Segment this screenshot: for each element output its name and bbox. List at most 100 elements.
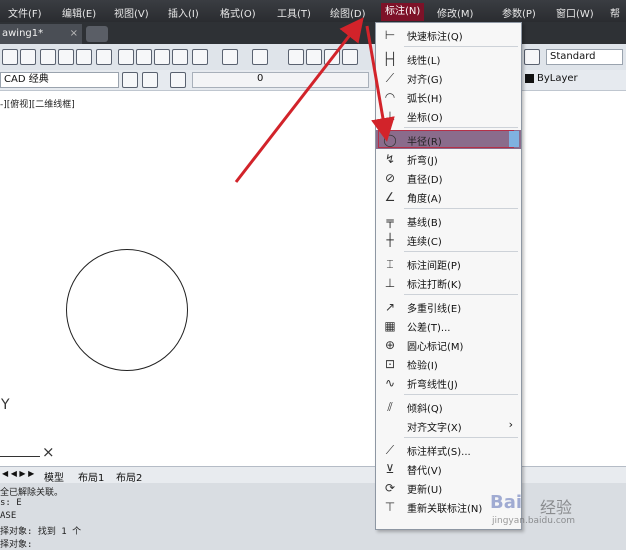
selection-cap xyxy=(509,131,519,147)
save-icon[interactable] xyxy=(20,49,36,65)
menu-item-align-text[interactable]: 对齐文字(X) › xyxy=(376,416,521,435)
menu-edit[interactable]: 编辑(E) xyxy=(62,5,96,20)
menu-view[interactable]: 视图(V) xyxy=(114,5,149,20)
undo-icon[interactable] xyxy=(222,49,238,65)
override-icon: ⊻ xyxy=(385,462,395,476)
menu-draw[interactable]: 绘图(D) xyxy=(330,5,366,20)
submenu-arrow-icon: › xyxy=(508,418,513,431)
menu-item-tolerance[interactable]: ▦ 公差(T)... xyxy=(376,316,521,335)
dim-break-icon: ⊥ xyxy=(384,276,396,290)
menu-item-jogged-linear[interactable]: ∿ 折弯线性(J) xyxy=(376,373,521,392)
tab-layout1[interactable]: 布局1 xyxy=(78,469,104,484)
document-tab[interactable]: awing1* × xyxy=(0,24,82,44)
block-editor-icon[interactable] xyxy=(192,49,208,65)
reassociate-icon: ⊤ xyxy=(384,500,396,514)
tab-nav-arrows-icon[interactable]: ◀ ◀ ▶ ▶ xyxy=(2,469,34,478)
tab-model[interactable]: 模型 xyxy=(44,469,64,484)
command-line: 择对象: 找到 1 个 xyxy=(0,527,82,537)
menu-help[interactable]: 帮 xyxy=(610,5,620,20)
layers-toolbar: CAD 经典 0 ByLayer xyxy=(0,70,626,91)
menu-item-aligned[interactable]: ⟋ 对齐(G) xyxy=(376,68,521,87)
new-tab-button[interactable] xyxy=(86,26,108,42)
menu-separator xyxy=(404,294,518,295)
zoom-window-icon[interactable] xyxy=(324,49,340,65)
menu-item-radius[interactable]: ◯ 半径(R) xyxy=(376,130,521,149)
menu-item-linear[interactable]: ├┤ 线性(L) xyxy=(376,49,521,68)
menu-item-jogged[interactable]: ↯ 折弯(J) xyxy=(376,149,521,168)
publish-icon[interactable] xyxy=(76,49,92,65)
watermark-url: jingyan.baidu.com xyxy=(492,516,576,526)
menu-item-baseline[interactable]: ╤ 基线(B) xyxy=(376,211,521,230)
ordinate-icon: ⊥ xyxy=(384,109,396,123)
angular-icon: ∠ xyxy=(384,190,396,204)
menu-item-dim-style[interactable]: ⟋ 标注样式(S)... xyxy=(376,440,521,459)
menu-file[interactable]: 文件(F) xyxy=(8,5,42,20)
viewport-label[interactable]: -][俯视][二维线框] xyxy=(0,97,75,110)
plot-preview-icon[interactable] xyxy=(58,49,74,65)
multileader-icon: ↗ xyxy=(384,300,396,314)
menu-bar: 文件(F) 编辑(E) 视图(V) 插入(I) 格式(O) 工具(T) 绘图(D… xyxy=(0,0,626,22)
menu-tools[interactable]: 工具(T) xyxy=(277,5,311,20)
menu-modify[interactable]: 修改(M) xyxy=(437,5,473,20)
close-tab-icon[interactable]: × xyxy=(70,24,78,44)
menu-window[interactable]: 窗口(W) xyxy=(556,5,594,20)
paste-icon[interactable] xyxy=(154,49,170,65)
menu-item-diameter[interactable]: ⊘ 直径(D) xyxy=(376,168,521,187)
menu-item-center-mark[interactable]: ⊕ 圆心标记(M) xyxy=(376,335,521,354)
menu-separator xyxy=(404,437,518,438)
linetype-label: ByLayer xyxy=(537,73,578,84)
menu-item-arc-length[interactable]: ◠ 弧长(H) xyxy=(376,87,521,106)
menu-parametric[interactable]: 参数(P) xyxy=(502,5,536,20)
menu-dimension[interactable]: 标注(N) xyxy=(381,3,425,21)
match-properties-icon[interactable] xyxy=(172,49,188,65)
3d-print-icon[interactable] xyxy=(96,49,112,65)
menu-format[interactable]: 格式(O) xyxy=(220,5,256,20)
dimension-menu: ⊢ 快速标注(Q) ├┤ 线性(L) ⟋ 对齐(G) ◠ 弧长(H) ⊥ 坐标(O) ◯ 半… xyxy=(375,22,522,530)
color-swatch xyxy=(525,73,534,83)
layer-state-icon[interactable] xyxy=(170,72,186,88)
command-line: ASE xyxy=(0,511,17,521)
redo-icon[interactable] xyxy=(252,49,268,65)
zoom-realtime-icon[interactable] xyxy=(306,49,322,65)
menu-item-ordinate[interactable]: ⊥ 坐标(O) xyxy=(376,106,521,125)
copy-icon[interactable] xyxy=(136,49,152,65)
document-tab-strip: awing1* × xyxy=(0,22,626,44)
standard-toolbar: Standard xyxy=(0,44,626,71)
menu-item-override[interactable]: ⊻ 替代(V) xyxy=(376,459,521,478)
menu-item-continue[interactable]: ┼ 连续(C) xyxy=(376,230,521,249)
arc-length-icon: ◠ xyxy=(384,90,396,104)
text-style-combo[interactable]: Standard xyxy=(546,49,623,65)
menu-item-oblique[interactable]: ⫽ 倾斜(Q) xyxy=(376,397,521,416)
workspace-combo[interactable]: CAD 经典 xyxy=(0,72,119,88)
dim-style-icon: ⟋ xyxy=(385,443,395,457)
command-line: 择对象: xyxy=(0,540,33,550)
tab-layout2[interactable]: 布局2 xyxy=(116,469,142,484)
menu-insert[interactable]: 插入(I) xyxy=(168,5,199,20)
pan-icon[interactable] xyxy=(288,49,304,65)
menu-item-inspect[interactable]: ⊡ 检验(I) xyxy=(376,354,521,373)
text-style-icon[interactable] xyxy=(524,49,540,65)
zoom-previous-icon[interactable] xyxy=(342,49,358,65)
cut-icon[interactable] xyxy=(118,49,134,65)
menu-item-dim-break[interactable]: ⊥ 标注打断(K) xyxy=(376,273,521,292)
menu-item-angular[interactable]: ∠ 角度(A) xyxy=(376,187,521,206)
menu-separator xyxy=(404,46,518,47)
update-icon: ⟳ xyxy=(384,481,396,495)
drawn-circle[interactable] xyxy=(66,249,188,371)
menu-separator xyxy=(404,208,518,209)
menu-separator xyxy=(404,394,518,395)
workspace-settings-icon[interactable] xyxy=(122,72,138,88)
new-file-icon[interactable] xyxy=(2,49,18,65)
print-icon[interactable] xyxy=(40,49,56,65)
continue-icon: ┼ xyxy=(386,233,394,247)
quick-dim-icon: ⊢ xyxy=(384,28,396,42)
linetype-combo[interactable]: ByLayer xyxy=(522,72,621,86)
linear-icon: ├┤ xyxy=(382,52,398,66)
menu-item-multileader[interactable]: ↗ 多重引线(E) xyxy=(376,297,521,316)
menu-item-quick-dimension[interactable]: ⊢ 快速标注(Q) xyxy=(376,25,521,44)
layer-combo[interactable]: 0 xyxy=(192,72,369,88)
drawing-canvas[interactable]: -][俯视][二维线框] Y × xyxy=(0,91,626,464)
menu-item-dim-space[interactable]: ⌶ 标注间距(P) xyxy=(376,254,521,273)
aligned-icon: ⟋ xyxy=(385,71,395,85)
layer-properties-icon[interactable] xyxy=(142,72,158,88)
